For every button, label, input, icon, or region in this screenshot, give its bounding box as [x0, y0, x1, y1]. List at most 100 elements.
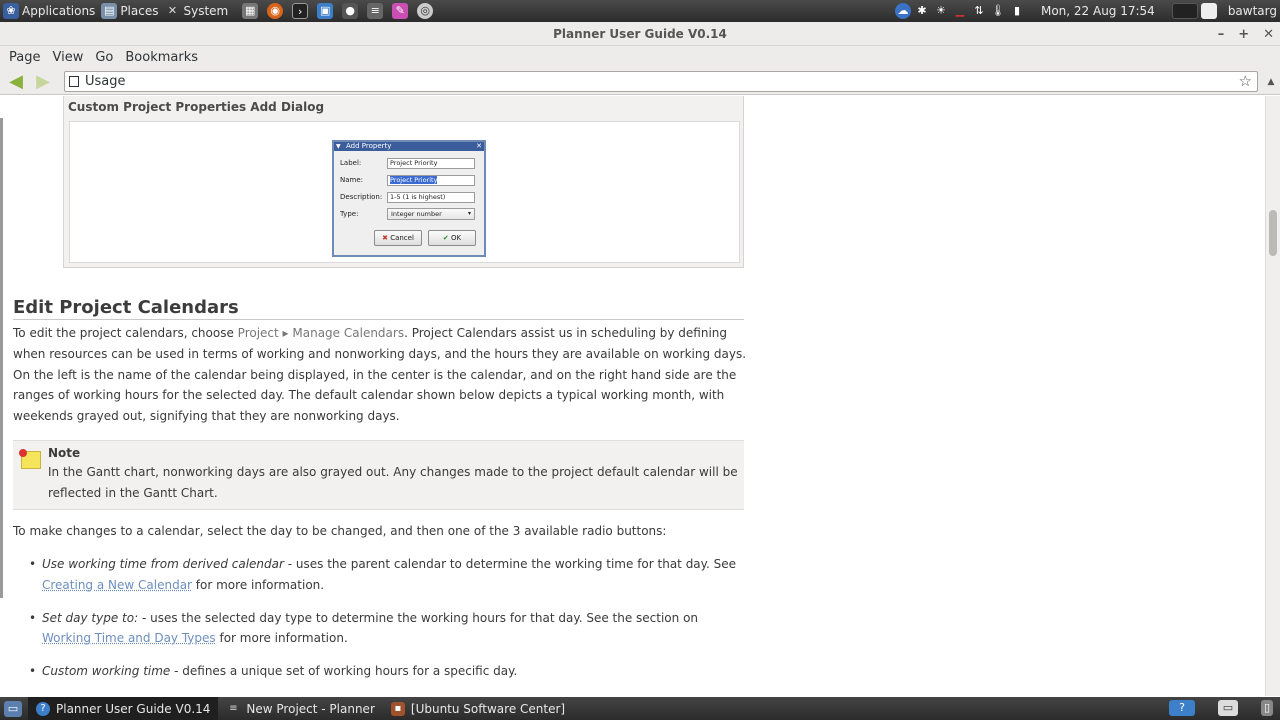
bullet-term: Custom working time: [42, 664, 171, 679]
document-view[interactable]: Custom Project Properties Add Dialog ▼ A…: [0, 96, 1265, 696]
note-title: Note: [48, 446, 81, 460]
note-box: Note In the Gantt chart, nonworking days…: [13, 440, 744, 510]
dialog-cancel-label: Cancel: [390, 234, 414, 242]
system-menu[interactable]: ✕ System: [161, 0, 231, 22]
trash-icon[interactable]: ▯: [1261, 700, 1273, 716]
battery-icon[interactable]: ▮: [1009, 3, 1025, 19]
launcher-settings[interactable]: ≡: [364, 0, 389, 22]
dialog-description-field: 1-5 (1 is highest): [387, 191, 475, 203]
dialog-ok-label: OK: [451, 234, 462, 242]
left-margin-bar: [0, 118, 3, 598]
bullet-tail: for more information.: [191, 577, 325, 592]
minimize-icon[interactable]: –: [1218, 27, 1225, 42]
forward-arrow-icon[interactable]: ▶: [32, 70, 54, 92]
ok-check-icon: ✔: [442, 234, 449, 242]
thermometer-icon[interactable]: 🌡: [990, 3, 1006, 19]
workspace-active-icon[interactable]: [1200, 3, 1217, 19]
dialog-row-label: Label: Project Priority: [340, 157, 475, 169]
dialog-label-label: Label:: [340, 159, 362, 167]
task-new-project[interactable]: ≡ New Project - Planner: [218, 697, 382, 720]
help-tray-icon[interactable]: ?: [1169, 700, 1195, 716]
window-controls: – + ✕: [1218, 22, 1274, 46]
menu-manage-calendars-link[interactable]: Manage Calendars: [292, 326, 404, 340]
planner-icon: ≡: [229, 702, 238, 714]
places-menu[interactable]: ▤ Places: [98, 0, 161, 22]
menu-page[interactable]: Page: [3, 50, 46, 65]
terminal-icon: ›: [292, 3, 309, 19]
bullet-text: - uses the selected day type to determin…: [138, 610, 699, 625]
dialog-ok-button: ✔ OK: [428, 230, 476, 246]
workspace-switcher-icon[interactable]: [1171, 3, 1198, 19]
settings-icon: ≡: [367, 3, 384, 19]
launcher-disc[interactable]: ◎: [414, 0, 439, 22]
bluetooth-icon[interactable]: ✱: [914, 3, 930, 19]
document-icon: [69, 76, 79, 87]
note-icon: [19, 449, 41, 469]
launcher-network[interactable]: ●: [339, 0, 364, 22]
dialog-close-icon: ✕: [476, 142, 482, 150]
help-icon: ?: [36, 701, 50, 716]
dialog-name-selected-text: Project Priority: [390, 175, 438, 184]
bullet-term: Set day type to:: [42, 610, 139, 625]
figure-title: Custom Project Properties Add Dialog: [68, 100, 325, 114]
list-item: Use working time from derived calendar -…: [29, 554, 744, 596]
dialog-row-name: Name: Project Priority: [340, 174, 475, 186]
firefox-icon: ◉: [267, 3, 284, 19]
signal-icon[interactable]: ▁: [952, 3, 968, 19]
changes-intro: To make changes to a calendar, select th…: [13, 524, 667, 538]
places-label: Places: [120, 4, 159, 18]
launcher-calculator[interactable]: ▦: [239, 0, 264, 22]
bullet-text: - uses the parent calendar to determine …: [283, 557, 737, 571]
menu-separator: ▸: [278, 326, 293, 340]
add-property-dialog-image: ▼ Add Property ✕ Label: Project Priority…: [332, 140, 486, 257]
menu-project-link[interactable]: Project: [238, 326, 279, 340]
user-menu[interactable]: bawtarg: [1225, 0, 1280, 22]
creating-new-calendar-link[interactable]: Creating a New Calendar: [42, 578, 192, 592]
show-desktop-icon[interactable]: ▭: [4, 700, 22, 717]
top-panel: ❀ Applications ▤ Places ✕ System ▦ ◉ › ▣…: [0, 0, 1280, 22]
launcher-editor[interactable]: ✎: [389, 0, 414, 22]
dialog-name-field: Project Priority: [387, 174, 475, 186]
scroll-up-arrow-icon[interactable]: ▲: [1264, 73, 1278, 91]
weather-icon[interactable]: ☁: [894, 3, 911, 19]
apps-grid-icon: ▣: [317, 3, 334, 19]
dialog-titlebar: ▼ Add Property ✕: [334, 142, 484, 151]
system-label: System: [183, 4, 229, 18]
working-time-day-types-link[interactable]: Working Time and Day Types: [42, 631, 216, 645]
location-bar[interactable]: Usage ☆: [64, 71, 1258, 92]
clock[interactable]: Mon, 22 Aug 17:54: [1038, 0, 1158, 22]
dialog-label-field: Project Priority: [387, 157, 475, 169]
bullet-text: - defines a unique set of working hours …: [170, 664, 518, 679]
window-titlebar[interactable]: Planner User Guide V0.14 – + ✕: [0, 22, 1280, 46]
list-item: Set day type to: - uses the selected day…: [29, 608, 744, 650]
software-center-icon: ▪: [390, 701, 405, 716]
launcher-terminal[interactable]: ›: [289, 0, 314, 22]
menu-go[interactable]: Go: [89, 50, 119, 65]
back-arrow-icon[interactable]: ◀: [5, 70, 27, 92]
scrollbar-thumb[interactable]: [1269, 210, 1277, 256]
maximize-icon[interactable]: +: [1238, 27, 1249, 42]
task-label: New Project - Planner: [246, 701, 375, 716]
bookmark-star-icon[interactable]: ☆: [1239, 72, 1252, 90]
menu-view[interactable]: View: [46, 50, 89, 65]
launcher-firefox[interactable]: ◉: [264, 0, 289, 22]
figure-image-area: ▼ Add Property ✕ Label: Project Priority…: [69, 121, 740, 263]
close-icon[interactable]: ✕: [1263, 27, 1274, 42]
tray: ? ▭ ▯: [1169, 700, 1276, 716]
task-planner-user-guide[interactable]: ? Planner User Guide V0.14: [28, 697, 219, 720]
task-software-center[interactable]: ▪ [Ubuntu Software Center]: [383, 697, 573, 720]
workspace-mini-icon[interactable]: ▭: [1218, 700, 1238, 716]
dialog-type-select: Integer number ▾: [387, 208, 475, 220]
launcher-apps[interactable]: ▣: [314, 0, 339, 22]
figure-box: Custom Project Properties Add Dialog ▼ A…: [63, 96, 744, 268]
brightness-icon[interactable]: ☀: [933, 3, 949, 19]
menu-bookmarks[interactable]: Bookmarks: [119, 50, 204, 65]
applications-menu[interactable]: ❀ Applications: [0, 0, 98, 22]
bullet-term: Use working time from derived calendar: [42, 557, 284, 571]
dialog-row-description: Description: 1-5 (1 is highest): [340, 191, 475, 203]
dialog-cancel-button: ✖ Cancel: [374, 230, 422, 246]
vertical-scrollbar[interactable]: [1265, 96, 1280, 696]
network-arrows-icon[interactable]: ⇅: [971, 3, 987, 19]
text-editor-icon: ✎: [392, 3, 409, 19]
menubar: Page View Go Bookmarks: [0, 46, 1280, 68]
